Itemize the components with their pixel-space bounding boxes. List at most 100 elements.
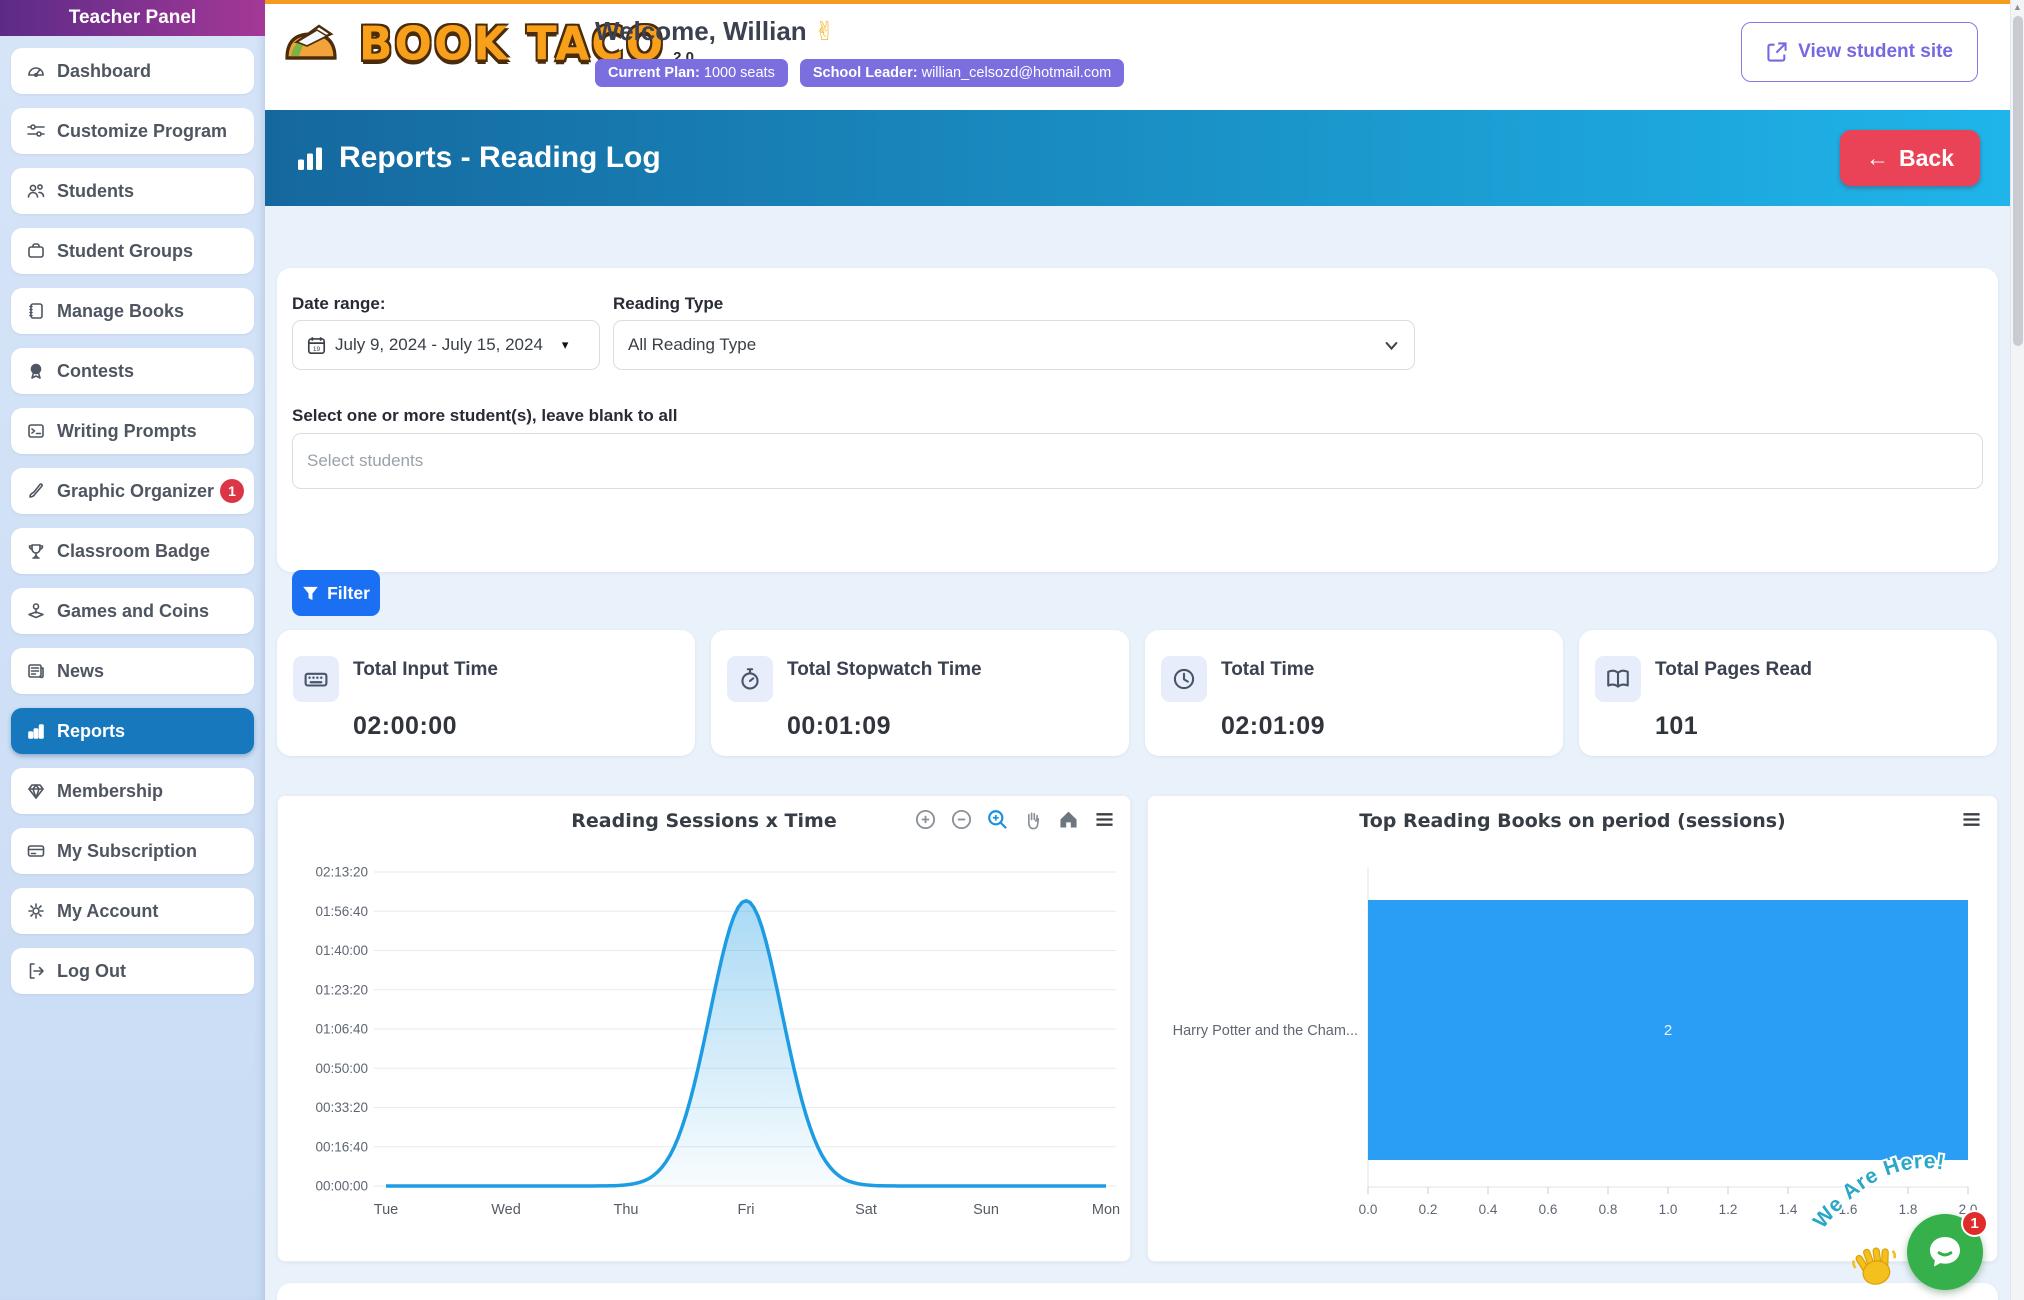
sidebar-title: Teacher Panel xyxy=(0,0,265,36)
chat-notification-badge: 1 xyxy=(1961,1210,1988,1237)
welcome-block: Welcome, Willian ✌ Current Plan: 1000 se… xyxy=(595,16,1124,87)
stat-label: Total Input Time xyxy=(353,656,498,681)
x-axis-tick: 0.6 xyxy=(1539,1202,1558,1217)
date-range-input[interactable]: 19 July 9, 2024 - July 15, 2024 ▾ xyxy=(292,320,600,370)
x-axis-tick: Mon xyxy=(1092,1202,1120,1218)
y-axis-tick: 00:00:00 xyxy=(315,1179,368,1194)
card-icon xyxy=(26,841,46,861)
school-leader-badge: School Leader: willian_celsozd@hotmail.c… xyxy=(800,59,1124,87)
right-chart-title: Top Reading Books on period (sessions) xyxy=(1148,810,1997,832)
sidebar-item-writing-prompts[interactable]: Writing Prompts xyxy=(11,408,254,454)
main-area: BOOK TACO 2.0 Welcome, Willian ✌ Current… xyxy=(265,0,2010,1300)
sidebar-item-students[interactable]: Students xyxy=(11,168,254,214)
sidebar-item-contests[interactable]: Contests xyxy=(11,348,254,394)
sidebar-item-my-subscription[interactable]: My Subscription xyxy=(11,828,254,874)
zoom-in-icon[interactable] xyxy=(914,808,937,831)
sidebar-item-label: Log Out xyxy=(57,961,126,982)
sidebar-item-log-out[interactable]: Log Out xyxy=(11,948,254,994)
clock-icon xyxy=(1161,656,1207,702)
sidebar-item-label: Membership xyxy=(57,781,163,802)
stat-card-total-stopwatch-time: Total Stopwatch Time 00:01:09 xyxy=(711,630,1129,756)
top-books-bar-chart[interactable]: 0.00.20.40.60.81.01.21.41.61.82.02Harry … xyxy=(1148,842,1997,1262)
y-axis-tick: 00:16:40 xyxy=(315,1139,368,1154)
sidebar-item-student-groups[interactable]: Student Groups xyxy=(11,228,254,274)
reading-sessions-area-chart[interactable]: 02:13:2001:56:4001:40:0001:23:2001:06:40… xyxy=(278,842,1130,1262)
zoom-out-icon[interactable] xyxy=(950,808,973,831)
sidebar-item-games-and-coins[interactable]: Games and Coins xyxy=(11,588,254,634)
bar-chart-icon xyxy=(295,143,325,173)
notification-badge: 1 xyxy=(220,479,244,503)
view-student-site-button[interactable]: View student site xyxy=(1741,22,1978,82)
scrollbar-up-arrow[interactable]: ▲ xyxy=(2011,0,2024,14)
sidebar: Teacher Panel Dashboard Customize Progra… xyxy=(0,0,265,1300)
filter-button[interactable]: Filter xyxy=(292,570,380,616)
sidebar-item-label: Students xyxy=(57,181,134,202)
plan-badges: Current Plan: 1000 seats School Leader: … xyxy=(595,59,1124,87)
reading-sessions-chart-card: Reading Sessions x Time 02:13:2001:56:40… xyxy=(277,795,1131,1262)
stat-value: 02:01:09 xyxy=(1221,712,1545,741)
funnel-icon xyxy=(302,585,319,602)
sidebar-menu: Dashboard Customize Program Students Stu… xyxy=(0,36,265,994)
external-link-icon xyxy=(1766,41,1788,63)
x-axis-tick: 0.4 xyxy=(1479,1202,1498,1217)
sidebar-item-label: My Subscription xyxy=(57,841,197,862)
x-axis-tick: Sat xyxy=(855,1202,877,1218)
welcome-text: Welcome, Willian ✌ xyxy=(595,16,1124,47)
pen-icon xyxy=(26,481,46,501)
home-icon[interactable] xyxy=(1057,808,1080,831)
sidebar-item-reports[interactable]: Reports xyxy=(11,708,254,754)
x-axis-tick: 0.0 xyxy=(1359,1202,1378,1217)
page-scrollbar[interactable]: ▲ xyxy=(2010,0,2024,1300)
chevron-down-icon xyxy=(1383,337,1400,354)
gem-icon xyxy=(26,781,46,801)
menu-icon[interactable] xyxy=(1093,808,1116,831)
right-chart-toolbar xyxy=(1960,808,1983,831)
scrollbar-thumb[interactable] xyxy=(2013,16,2023,346)
students-select-input[interactable]: Select students xyxy=(292,433,1983,489)
stat-card-total-input-time: Total Input Time 02:00:00 xyxy=(277,630,695,756)
sidebar-item-classroom-badge[interactable]: Classroom Badge xyxy=(11,528,254,574)
x-axis-tick: 0.8 xyxy=(1599,1202,1618,1217)
sidebar-item-news[interactable]: News xyxy=(11,648,254,694)
filter-panel: Date range: 19 July 9, 2024 - July 15, 2… xyxy=(277,268,1998,572)
selection-zoom-icon[interactable] xyxy=(986,808,1009,831)
stat-label: Total Pages Read xyxy=(1655,656,1812,681)
dashboard-icon xyxy=(26,61,46,81)
sidebar-item-label: Writing Prompts xyxy=(57,421,197,442)
reading-type-select[interactable]: All Reading Type xyxy=(613,320,1415,370)
students-icon xyxy=(26,181,46,201)
stat-card-total-time: Total Time 02:01:09 xyxy=(1145,630,1563,756)
x-axis-tick: 1.4 xyxy=(1779,1202,1798,1217)
sidebar-item-customize-program[interactable]: Customize Program xyxy=(11,108,254,154)
sidebar-item-label: Classroom Badge xyxy=(57,541,210,562)
teacher-panel-page: Teacher Panel Dashboard Customize Progra… xyxy=(0,0,2024,1300)
bar-data-label: 2 xyxy=(1664,1022,1672,1039)
sidebar-item-label: Reports xyxy=(57,721,125,742)
x-axis-tick: 1.0 xyxy=(1659,1202,1678,1217)
y-axis-tick: 01:23:20 xyxy=(315,982,368,997)
sidebar-item-label: Customize Program xyxy=(57,121,227,142)
sidebar-item-my-account[interactable]: My Account xyxy=(11,888,254,934)
sidebar-item-dashboard[interactable]: Dashboard xyxy=(11,48,254,94)
groups-icon xyxy=(26,241,46,261)
chat-bubble-icon xyxy=(1925,1232,1965,1272)
sidebar-item-label: Contests xyxy=(57,361,134,382)
report-banner: Reports - Reading Log ← Back xyxy=(265,110,2010,206)
keyboard-icon xyxy=(293,656,339,702)
sidebar-item-manage-books[interactable]: Manage Books xyxy=(11,288,254,334)
x-axis-tick: Wed xyxy=(491,1202,521,1218)
stat-value: 02:00:00 xyxy=(353,712,677,741)
sidebar-item-graphic-organizer[interactable]: Graphic Organizer1 xyxy=(11,468,254,514)
menu-icon[interactable] xyxy=(1960,808,1983,831)
reading-type-label: Reading Type xyxy=(613,294,723,314)
pan-hand-icon[interactable] xyxy=(1022,809,1044,831)
back-button[interactable]: ← Back xyxy=(1840,130,1980,186)
x-axis-tick: Sun xyxy=(973,1202,999,1218)
joystick-icon xyxy=(26,601,46,621)
trophy-icon xyxy=(26,541,46,561)
current-plan-badge: Current Plan: 1000 seats xyxy=(595,59,788,87)
taco-icon xyxy=(279,18,351,70)
sidebar-item-label: Student Groups xyxy=(57,241,193,262)
sidebar-item-membership[interactable]: Membership xyxy=(11,768,254,814)
gear-icon xyxy=(26,901,46,921)
